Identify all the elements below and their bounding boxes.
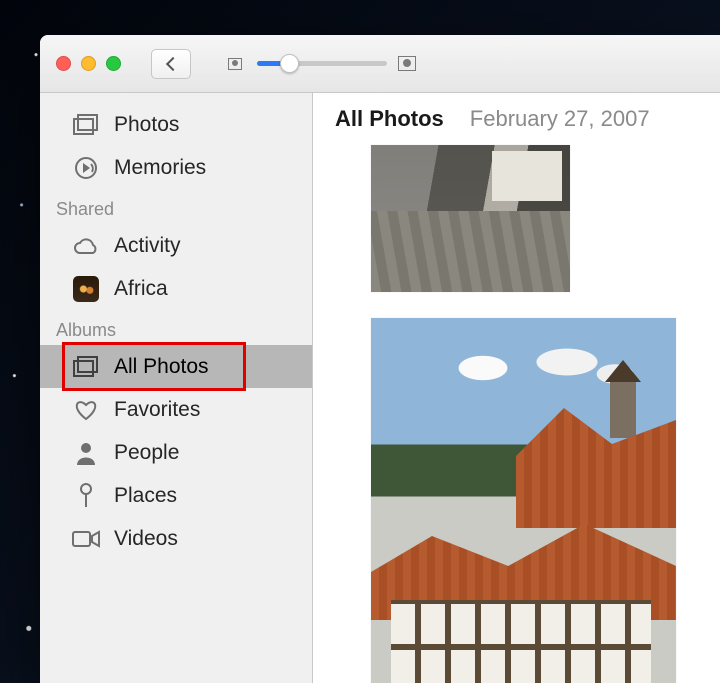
cloud-icon [72, 234, 100, 258]
window-minimize-button[interactable] [81, 56, 96, 71]
pin-icon [72, 484, 100, 508]
thumbnail-small-icon[interactable] [225, 56, 247, 72]
sidebar-item-label: Africa [114, 277, 168, 301]
sidebar-item-memories[interactable]: Memories [40, 146, 312, 189]
window-zoom-button[interactable] [106, 56, 121, 71]
photos-app-window: Photos Memories Shared Activity Afric [40, 35, 720, 683]
sidebar-section-albums: Albums [40, 310, 312, 345]
window-body: Photos Memories Shared Activity Afric [40, 93, 720, 683]
memories-icon [72, 156, 100, 180]
sidebar: Photos Memories Shared Activity Afric [40, 93, 313, 683]
sidebar-item-label: People [114, 441, 179, 465]
window-titlebar [40, 35, 720, 93]
sidebar-item-people[interactable]: People [40, 431, 312, 474]
sidebar-item-videos[interactable]: Videos [40, 517, 312, 560]
sidebar-item-label: Favorites [114, 398, 200, 422]
chevron-left-icon [165, 56, 179, 70]
sidebar-item-label: All Photos [114, 355, 209, 379]
thumbnail-zoom-slider[interactable] [257, 61, 387, 66]
photos-icon [72, 113, 100, 137]
photo-thumbnail[interactable] [371, 145, 570, 292]
sidebar-section-shared: Shared [40, 189, 312, 224]
slider-knob[interactable] [280, 54, 299, 73]
video-icon [72, 527, 100, 551]
content-header: All Photos February 27, 2007 [313, 93, 720, 145]
thumbnail-large-icon[interactable] [397, 56, 419, 72]
traffic-lights [56, 56, 121, 71]
person-icon [72, 441, 100, 465]
window-close-button[interactable] [56, 56, 71, 71]
sidebar-item-places[interactable]: Places [40, 474, 312, 517]
sidebar-item-all-photos[interactable]: All Photos [40, 345, 312, 388]
content-pane: All Photos February 27, 2007 [313, 93, 720, 683]
content-date-range: February 27, 2007 [470, 106, 650, 132]
photo-grid[interactable] [313, 145, 720, 683]
sidebar-item-label: Places [114, 484, 177, 508]
thumbnail-zoom-control [225, 56, 419, 72]
back-button[interactable] [151, 49, 191, 79]
sidebar-item-label: Activity [114, 234, 181, 258]
heart-icon [72, 398, 100, 422]
sidebar-item-africa[interactable]: Africa [40, 267, 312, 310]
sidebar-item-activity[interactable]: Activity [40, 224, 312, 267]
sidebar-item-label: Photos [114, 113, 179, 137]
content-title: All Photos [335, 106, 444, 132]
photo-thumbnail[interactable] [371, 318, 676, 683]
sidebar-item-label: Videos [114, 527, 178, 551]
sidebar-item-photos[interactable]: Photos [40, 103, 312, 146]
sidebar-item-favorites[interactable]: Favorites [40, 388, 312, 431]
sidebar-item-label: Memories [114, 156, 206, 180]
photos-icon [72, 355, 100, 379]
album-thumbnail-icon [72, 277, 100, 301]
